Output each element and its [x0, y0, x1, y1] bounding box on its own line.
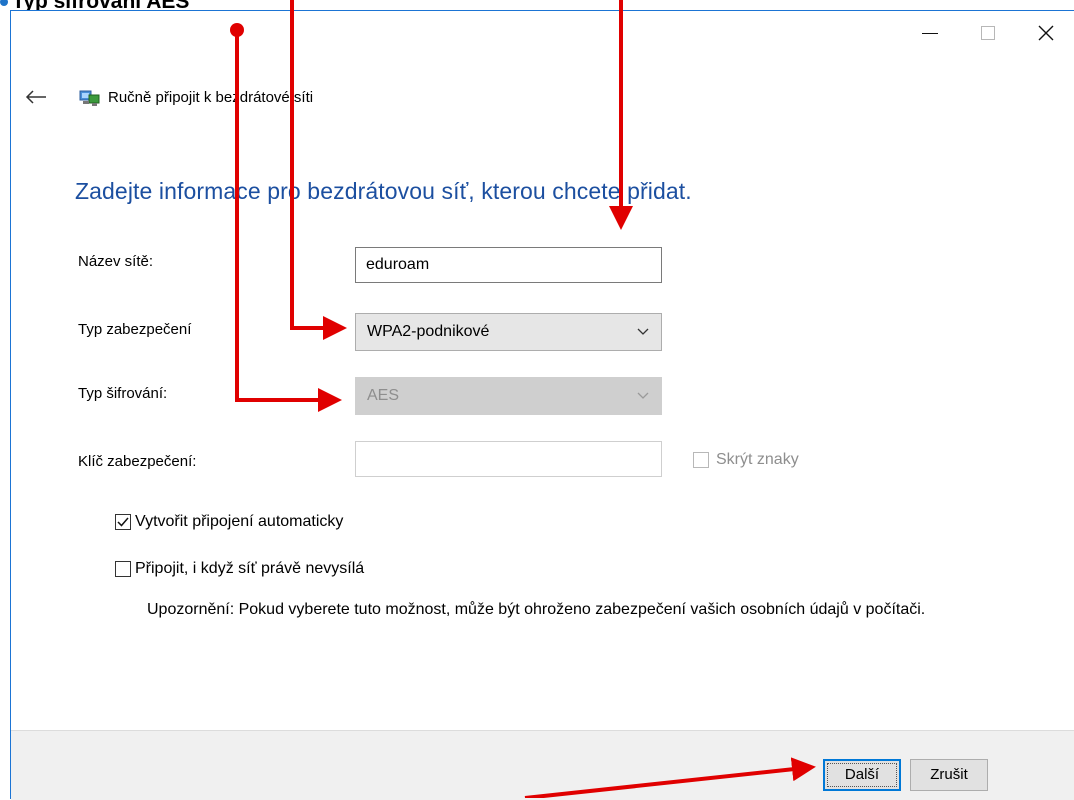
window-controls: [901, 11, 1074, 55]
encryption-type-select[interactable]: AES: [355, 377, 662, 415]
connect-hidden-checkbox[interactable]: [115, 561, 131, 577]
close-button[interactable]: [1017, 11, 1074, 55]
hide-characters-label: Skrýt znaky: [716, 451, 799, 468]
encryption-type-value: AES: [367, 387, 400, 404]
chevron-down-icon: [637, 328, 649, 335]
security-key-input[interactable]: [355, 441, 662, 477]
encryption-type-label: Typ šifrování:: [78, 385, 168, 402]
cancel-button[interactable]: Zrušit: [910, 759, 988, 791]
checkmark-icon: [117, 517, 129, 527]
maximize-icon: [981, 26, 995, 40]
back-arrow-icon[interactable]: [25, 89, 47, 105]
network-name-label: Název sítě:: [78, 253, 154, 270]
next-button[interactable]: Další: [823, 759, 901, 791]
close-icon: [1038, 25, 1054, 41]
security-type-label: Typ zabezpečení: [78, 321, 192, 338]
chevron-down-icon: [637, 392, 649, 399]
minimize-button[interactable]: [901, 11, 959, 55]
dialog-footer: Další Zrušit: [11, 730, 1074, 800]
dialog-window: Ručně připojit k bezdrátové síti Zadejte…: [10, 10, 1074, 800]
auto-connect-label: Vytvořit připojení automaticky: [135, 513, 344, 530]
hide-characters-checkbox[interactable]: [693, 452, 709, 468]
security-key-label: Klíč zabezpečení:: [78, 453, 197, 470]
security-type-select[interactable]: WPA2-podnikové: [355, 313, 662, 351]
bullet-icon: [0, 0, 8, 7]
auto-connect-checkbox[interactable]: [115, 514, 131, 530]
network-name-input[interactable]: eduroam: [355, 247, 662, 283]
privacy-warning-text: Upozornění: Pokud vyberete tuto možnost,…: [147, 601, 926, 618]
connect-hidden-label: Připojit, i když síť právě nevysílá: [135, 560, 365, 577]
minimize-icon: [922, 32, 938, 34]
maximize-button[interactable]: [959, 11, 1017, 55]
instruction-heading: Zadejte informace pro bezdrátovou síť, k…: [75, 178, 692, 204]
network-connection-icon: [79, 90, 100, 106]
security-type-value: WPA2-podnikové: [367, 323, 490, 340]
dialog-title: Ručně připojit k bezdrátové síti: [108, 89, 314, 106]
